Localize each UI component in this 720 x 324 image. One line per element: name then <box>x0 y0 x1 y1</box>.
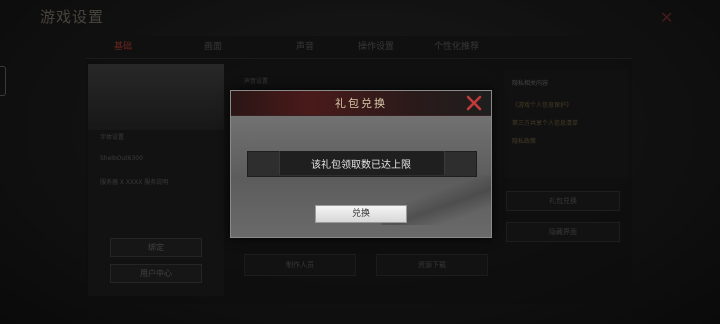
dialog-header: 礼包兑换 <box>231 91 491 116</box>
dialog-title: 礼包兑换 <box>335 97 387 110</box>
gift-redeem-dialog: 礼包兑换 该礼包领取数已达上限 兑换 <box>230 90 492 238</box>
confirm-redeem-button[interactable]: 兑换 <box>315 205 407 223</box>
close-icon[interactable] <box>465 94 483 112</box>
dialog-message: 该礼包领取数已达上限 <box>311 160 411 171</box>
